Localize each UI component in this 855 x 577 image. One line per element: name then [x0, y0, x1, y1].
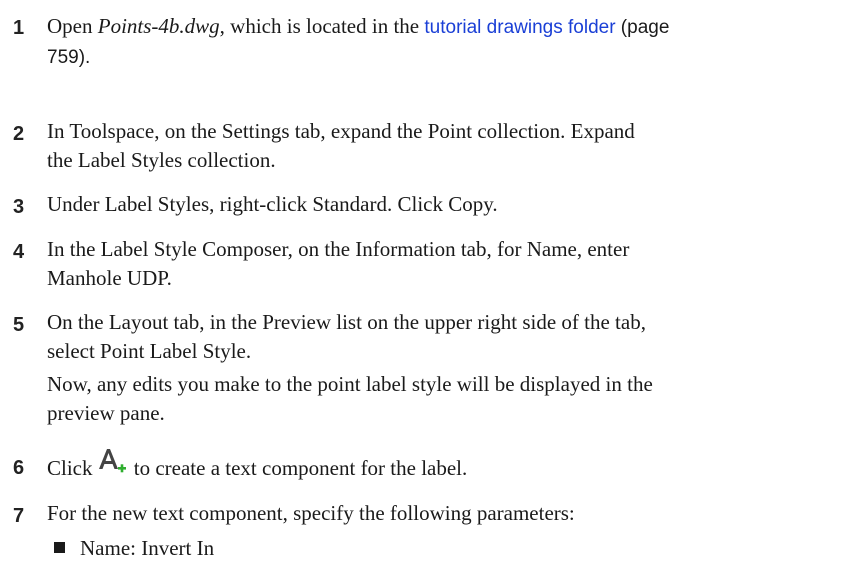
parameter-list: Name: Invert In — [54, 534, 854, 563]
step-number: 5 — [13, 314, 25, 336]
list-item: Name: Invert In — [54, 534, 854, 563]
step-text: For the new text component, specify the … — [47, 501, 575, 525]
create-text-component-icon[interactable] — [97, 447, 127, 477]
step-text: In Toolspace, on the Settings tab, expan… — [47, 119, 635, 172]
step-text: On the Layout tab, in the Preview list o… — [47, 310, 646, 363]
page-reference: (page — [615, 17, 670, 38]
step-text: Click to create a text component for the… — [47, 447, 847, 483]
bullet-icon — [54, 542, 65, 553]
step-number: 2 — [13, 123, 25, 145]
step-number: 6 — [13, 457, 25, 479]
step-number: 1 — [13, 17, 25, 39]
step-text: In the Label Style Composer, on the Info… — [47, 237, 630, 290]
step-number: 4 — [13, 241, 25, 263]
tutorial-drawings-folder-link[interactable]: tutorial drawings folder — [424, 17, 615, 38]
step-number: 3 — [13, 196, 25, 218]
step-text: Under Label Styles, right-click Standard… — [47, 192, 498, 216]
step-note: Now, any edits you make to the point lab… — [47, 372, 653, 425]
file-name: Points-4b.dwg — [97, 14, 220, 38]
step-number: 7 — [13, 505, 25, 527]
step-text: Open Points-4b.dwg, which is located in … — [47, 14, 670, 68]
